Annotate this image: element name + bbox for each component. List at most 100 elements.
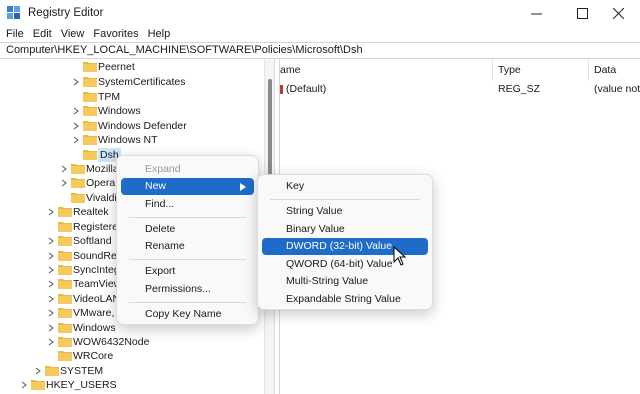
tree-item-label: Realtek: [73, 206, 109, 218]
menu-file[interactable]: File: [6, 26, 24, 42]
folder-icon: [58, 308, 72, 318]
column-separator[interactable]: [588, 59, 589, 81]
ctx-permissions[interactable]: Permissions...: [121, 281, 254, 298]
chevron-right-icon[interactable]: [47, 266, 55, 274]
menu-separator: [129, 259, 246, 260]
tree-item-label: Peernet: [98, 61, 135, 73]
submenu-expandable-string-value[interactable]: Expandable String Value: [262, 291, 428, 308]
chevron-right-icon[interactable]: [72, 78, 80, 86]
value-row-type: REG_SZ: [498, 83, 541, 95]
tree-item-label: Opera: [86, 177, 116, 189]
folder-icon: [58, 337, 72, 347]
tree-item-label: Windows: [98, 105, 141, 117]
folder-icon: [83, 92, 97, 102]
folder-icon: [58, 294, 72, 304]
value-row-icon: [280, 81, 284, 97]
column-header-type[interactable]: Type: [498, 61, 588, 79]
menu-edit[interactable]: Edit: [33, 26, 52, 42]
new-submenu: Key String Value Binary Value DWORD (32-…: [257, 174, 433, 310]
tree-item-label: Softland: [73, 235, 112, 247]
tree-item-label: Windows Defender: [98, 120, 187, 132]
tree-item-label: TeamView: [73, 278, 122, 290]
tree-item-label: SYSTEM: [60, 365, 104, 377]
tree-item-label: VMware,: [73, 307, 115, 319]
tree-item-label: Vivaldi: [86, 192, 117, 204]
folder-icon: [83, 150, 97, 160]
mouse-cursor-icon: [393, 246, 407, 266]
chevron-right-icon[interactable]: [72, 136, 80, 144]
folder-icon: [83, 106, 97, 116]
folder-icon: [83, 121, 97, 131]
chevron-right-icon[interactable]: [72, 107, 80, 115]
folder-icon: [83, 62, 97, 72]
ctx-new-label: New: [145, 180, 167, 192]
menu-view[interactable]: View: [61, 26, 85, 42]
folder-icon: [58, 265, 72, 275]
tree-item-label: SystemCertificates: [98, 76, 186, 88]
column-header-name[interactable]: ame: [280, 61, 492, 79]
chevron-right-icon[interactable]: [72, 122, 80, 130]
chevron-right-icon[interactable]: [47, 208, 55, 216]
ctx-copy-key-name[interactable]: Copy Key Name: [121, 306, 254, 323]
column-header-data[interactable]: Data: [594, 61, 640, 79]
menu-bar: File Edit View Favorites Help: [0, 26, 640, 42]
folder-icon: [31, 380, 45, 390]
column-separator[interactable]: [492, 59, 493, 81]
window-title: Registry Editor: [28, 7, 104, 19]
tree-item-label: HKEY_USERS: [46, 379, 117, 391]
chevron-right-icon[interactable]: [34, 367, 42, 375]
tree-item-label: WOW6432Node: [73, 336, 150, 348]
tree-item-label: Mozilla: [86, 163, 119, 175]
folder-icon: [83, 135, 97, 145]
tree-item-label: TPM: [98, 91, 121, 103]
chevron-right-icon[interactable]: [47, 237, 55, 245]
ctx-expand[interactable]: Expand: [121, 161, 254, 178]
tree-item-label: Windows: [73, 322, 116, 334]
chevron-right-icon[interactable]: [47, 338, 55, 346]
folder-icon: [58, 251, 72, 261]
address-bar[interactable]: Computer\HKEY_LOCAL_MACHINE\SOFTWARE\Pol…: [0, 42, 640, 59]
menu-separator: [270, 199, 420, 200]
ctx-rename[interactable]: Rename: [121, 238, 254, 255]
tree-item-label: Windows NT: [98, 134, 158, 146]
folder-icon: [58, 236, 72, 246]
folder-icon: [71, 178, 85, 188]
tree-item-label: WRCore: [73, 350, 114, 362]
registry-editor-icon: [7, 6, 20, 19]
chevron-right-icon[interactable]: [60, 179, 68, 187]
chevron-right-icon[interactable]: [60, 165, 68, 173]
tree-item-label: SoundRes: [73, 250, 123, 262]
folder-icon: [58, 222, 72, 232]
submenu-key[interactable]: Key: [262, 178, 428, 195]
maximize-icon: [576, 7, 588, 19]
menu-help[interactable]: Help: [148, 26, 171, 42]
folder-icon: [58, 323, 72, 333]
string-value-icon: [280, 85, 283, 94]
value-row-name[interactable]: (Default): [286, 81, 486, 97]
folder-icon: [58, 279, 72, 289]
folder-icon: [45, 366, 59, 376]
close-icon: [612, 7, 624, 19]
folder-icon: [71, 164, 85, 174]
submenu-binary-value[interactable]: Binary Value: [262, 221, 428, 238]
chevron-right-icon[interactable]: [47, 324, 55, 332]
ctx-new[interactable]: New: [121, 178, 254, 195]
chevron-right-icon[interactable]: [47, 280, 55, 288]
ctx-delete[interactable]: Delete: [121, 221, 254, 238]
ctx-export[interactable]: Export: [121, 263, 254, 280]
submenu-arrow-icon: [240, 183, 246, 191]
ctx-find[interactable]: Find...: [121, 196, 254, 213]
folder-icon: [58, 207, 72, 217]
chevron-right-icon[interactable]: [20, 381, 28, 389]
submenu-string-value[interactable]: String Value: [262, 203, 428, 220]
submenu-multi-string-value[interactable]: Multi-String Value: [262, 273, 428, 290]
chevron-right-icon[interactable]: [47, 295, 55, 303]
menu-separator: [129, 302, 246, 303]
chevron-right-icon[interactable]: [47, 252, 55, 260]
value-row-data: (value not: [594, 83, 640, 95]
close-button[interactable]: [595, 0, 640, 26]
chevron-right-icon[interactable]: [47, 309, 55, 317]
minimize-button[interactable]: [513, 0, 559, 26]
menu-favorites[interactable]: Favorites: [93, 26, 138, 42]
folder-icon: [71, 193, 85, 203]
